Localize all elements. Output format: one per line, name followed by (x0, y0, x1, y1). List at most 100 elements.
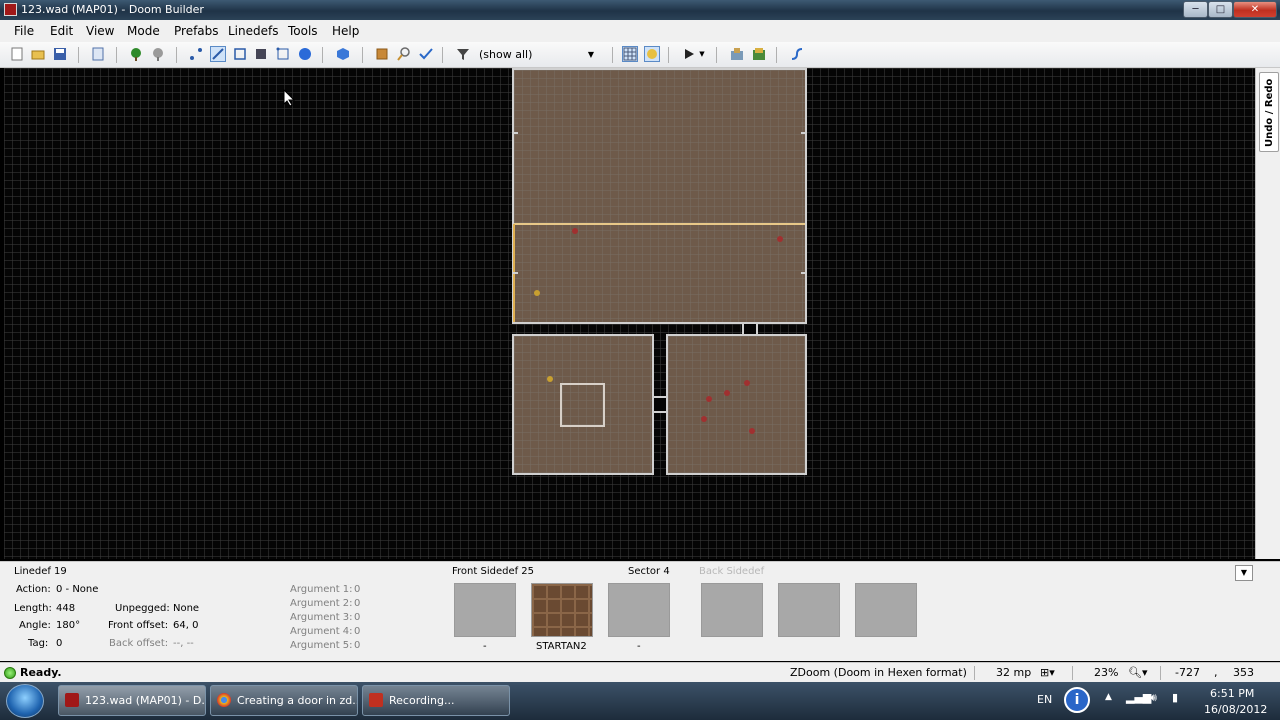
zoom-level[interactable]: 23% (1094, 666, 1118, 679)
nodebuild-icon[interactable] (751, 46, 767, 62)
selected-linedef[interactable] (514, 223, 805, 225)
collapse-panel-button[interactable]: ▼ (1235, 565, 1253, 581)
make-sectors-icon[interactable] (275, 46, 291, 62)
thing-marker[interactable] (534, 290, 540, 296)
open-map-icon[interactable] (30, 46, 46, 62)
grid-size[interactable]: 32 mp (996, 666, 1031, 679)
menu-prefabs[interactable]: Prefabs (174, 24, 219, 38)
chevron-down-icon: ▼ (587, 50, 594, 59)
back-lower-texture[interactable] (855, 583, 917, 637)
thing-marker[interactable] (706, 396, 712, 402)
menu-view[interactable]: View (86, 24, 114, 38)
argument-3-label: Argument 3: (290, 612, 353, 623)
new-map-icon[interactable] (9, 46, 25, 62)
linedef-heading: Linedef 19 (14, 566, 67, 577)
front-middle-texture-name: STARTAN2 (536, 641, 587, 652)
prefab-icon[interactable] (374, 46, 390, 62)
taskbar-item-label: 123.wad (MAP01) - D... (85, 694, 206, 707)
clock-date[interactable]: 16/08/2012 (1204, 703, 1267, 716)
things-mode-icon[interactable] (253, 46, 269, 62)
language-indicator[interactable]: EN (1037, 693, 1052, 706)
front-upper-texture[interactable] (454, 583, 516, 637)
menu-bar: File Edit View Mode Prefabs Linedefs Too… (0, 20, 1280, 42)
map-canvas[interactable] (4, 68, 1255, 559)
volume-icon[interactable]: 🔊︎ (1150, 691, 1157, 705)
things-filter-value: (show all) (479, 48, 533, 61)
start-button[interactable] (6, 684, 44, 718)
build-icon[interactable] (729, 46, 745, 62)
undo-redo-tab[interactable]: Undo / Redo (1259, 72, 1279, 152)
save-map-icon[interactable] (52, 46, 68, 62)
taskbar-item-doom-builder[interactable]: 123.wad (MAP01) - D... (58, 685, 206, 716)
thing-marker[interactable] (749, 428, 755, 434)
test-map-icon[interactable] (681, 46, 697, 62)
argument-2-label: Argument 2: (290, 598, 353, 609)
back-upper-texture[interactable] (701, 583, 763, 637)
map-3d-icon[interactable] (297, 46, 313, 62)
taskbar-item-recording[interactable]: Recording... (362, 685, 510, 716)
thing-marker[interactable] (547, 376, 553, 382)
check-map-icon[interactable] (418, 46, 434, 62)
thing-marker[interactable] (744, 380, 750, 386)
grid-size-icon[interactable]: ⊞▾ (1040, 666, 1055, 679)
argument-1-value: 0 (354, 584, 361, 595)
network-icon[interactable]: ▂▄▆ (1126, 691, 1151, 704)
things-filter-select[interactable]: (show all) ▼ (475, 46, 600, 64)
find-icon[interactable] (396, 46, 412, 62)
grid-icon[interactable] (622, 46, 638, 62)
map-sector-top[interactable] (512, 68, 807, 324)
map-sector-bottom-right[interactable] (666, 334, 807, 475)
back-middle-texture[interactable] (778, 583, 840, 637)
tag-label: Tag: (28, 638, 49, 649)
tree-icon[interactable] (128, 46, 144, 62)
taskbar-item-browser[interactable]: Creating a door in zd... (210, 685, 358, 716)
close-button[interactable]: ✕ (1233, 1, 1277, 18)
back-sidedef-heading: Back Sidedef (699, 566, 765, 577)
zoom-icon[interactable]: 🔍︎▾ (1128, 666, 1148, 679)
filter-icon[interactable] (455, 46, 471, 62)
status-bar: Ready. ZDoom (Doom in Hexen format) 32 m… (0, 662, 1280, 682)
sectors-mode-icon[interactable] (232, 46, 248, 62)
linedefs-mode-icon[interactable] (210, 46, 226, 62)
help-icon[interactable] (789, 46, 805, 62)
angle-value: 180° (56, 620, 81, 631)
gray-tree-icon[interactable] (150, 46, 166, 62)
status-separator (1160, 666, 1161, 680)
action-value: 0 - None (56, 584, 99, 595)
thing-marker[interactable] (572, 228, 578, 234)
map-inner-sector[interactable] (560, 383, 605, 427)
script-icon[interactable] (90, 46, 106, 62)
taskbar-item-label: Creating a door in zd... (237, 694, 358, 707)
front-sidedef-heading: Front Sidedef 25 (452, 566, 535, 577)
argument-4-value: 0 (354, 626, 361, 637)
maximize-button[interactable]: □ (1208, 1, 1233, 18)
visual-mode-icon[interactable] (335, 46, 351, 62)
doom-builder-app-icon[interactable] (4, 3, 17, 16)
texture-icon[interactable] (644, 46, 660, 62)
argument-5-value: 0 (354, 640, 361, 651)
menu-mode[interactable]: Mode (127, 24, 160, 38)
power-icon[interactable]: ▮ (1172, 691, 1178, 704)
tray-expand-icon[interactable]: ▲ (1105, 692, 1112, 702)
info-icon[interactable]: i (1064, 687, 1090, 713)
argument-2-value: 0 (354, 598, 361, 609)
vertices-mode-icon[interactable] (188, 46, 204, 62)
clock-time[interactable]: 6:51 PM (1210, 687, 1254, 700)
menu-tools[interactable]: Tools (288, 24, 318, 38)
menu-help[interactable]: Help (332, 24, 359, 38)
angle-label: Angle: (19, 620, 51, 631)
minimize-button[interactable]: ─ (1183, 1, 1208, 18)
menu-file[interactable]: File (14, 24, 34, 38)
thing-marker[interactable] (724, 390, 730, 396)
test-map-dropdown-icon[interactable]: ▼ (697, 46, 707, 62)
thing-marker[interactable] (701, 416, 707, 422)
front-middle-texture[interactable] (531, 583, 593, 637)
menu-linedefs[interactable]: Linedefs (228, 24, 278, 38)
taskbar-item-label: Recording... (389, 694, 455, 707)
thing-marker[interactable] (777, 236, 783, 242)
menu-edit[interactable]: Edit (50, 24, 73, 38)
toolbar-separator (776, 47, 777, 63)
toolbar-separator (322, 47, 323, 63)
sector-floor-texture[interactable] (608, 583, 670, 637)
recording-icon (369, 693, 383, 707)
